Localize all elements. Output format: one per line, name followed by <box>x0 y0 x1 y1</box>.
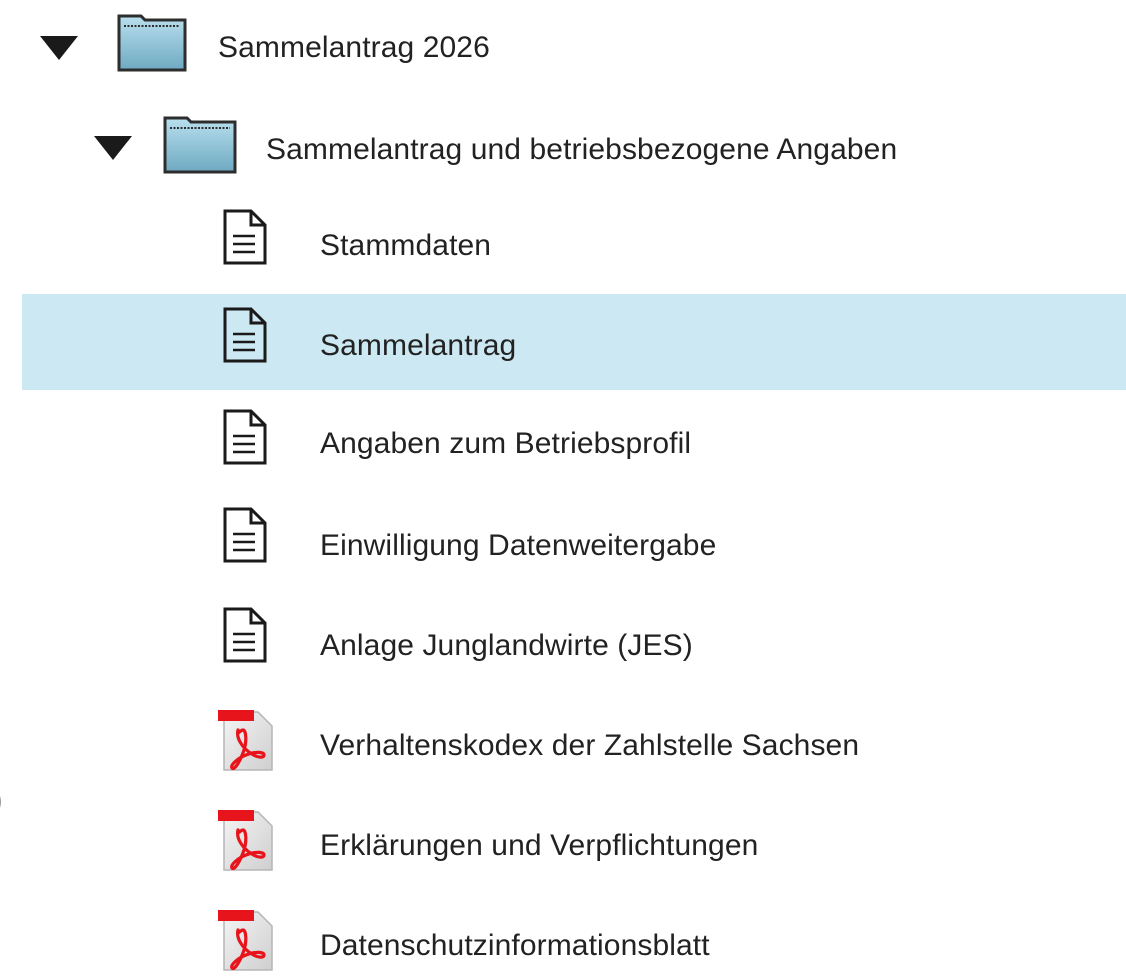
tree-item-anlage-junglandwirte[interactable]: Anlage Junglandwirte (JES) <box>22 596 1126 692</box>
pdf-icon <box>218 808 278 877</box>
tree-item-label: Datenschutzinformationsblatt <box>320 929 710 962</box>
document-tree: Sammelantrag 2026 Sammelantrag und betri… <box>0 0 1126 971</box>
tree-item-stammdaten[interactable]: Stammdaten <box>22 198 1126 294</box>
tree-row-subfolder[interactable]: Sammelantrag und betriebsbezogene Angabe… <box>22 98 1126 194</box>
expand-toggle-icon[interactable] <box>94 136 132 160</box>
tree-label-root-folder: Sammelantrag 2026 <box>218 31 490 64</box>
pdf-icon <box>218 908 278 977</box>
pdf-icon <box>218 708 278 777</box>
folder-icon <box>116 12 188 79</box>
tree-item-datenschutzinformationsblatt[interactable]: Datenschutzinformationsblatt <box>22 896 1126 971</box>
tree-item-label: Anlage Junglandwirte (JES) <box>320 629 693 662</box>
tree-item-label: Einwilligung Datenweitergabe <box>320 529 717 562</box>
tree-item-label: Angaben zum Betriebsprofil <box>320 427 692 460</box>
tree-item-einwilligung-datenweitergabe[interactable]: Einwilligung Datenweitergabe <box>22 496 1126 592</box>
tree-item-sammelantrag[interactable]: Sammelantrag <box>22 294 1126 390</box>
folder-icon <box>162 114 238 181</box>
document-icon <box>222 208 268 271</box>
tree-item-label: Stammdaten <box>320 229 492 262</box>
tree-item-label: Sammelantrag <box>320 329 517 362</box>
document-icon <box>222 408 268 471</box>
document-icon <box>222 306 268 369</box>
cropped-text-fragment: ) <box>0 768 22 828</box>
tree-label-subfolder: Sammelantrag und betriebsbezogene Angabe… <box>266 133 898 166</box>
tree-item-label: Erklärungen und Verpflichtungen <box>320 829 759 862</box>
fragment-text: ) <box>0 772 3 824</box>
tree-item-erklaerungen-verpflichtungen[interactable]: Erklärungen und Verpflichtungen <box>22 796 1126 892</box>
tree-item-verhaltenskodex[interactable]: Verhaltenskodex der Zahlstelle Sachsen <box>22 696 1126 792</box>
tree-item-angaben-betriebsprofil[interactable]: Angaben zum Betriebsprofil <box>22 396 1126 492</box>
tree-item-label: Verhaltenskodex der Zahlstelle Sachsen <box>320 729 860 762</box>
tree-row-root-folder[interactable]: Sammelantrag 2026 <box>22 0 1126 96</box>
expand-toggle-icon[interactable] <box>40 36 78 60</box>
document-icon <box>222 606 268 669</box>
document-icon <box>222 506 268 569</box>
